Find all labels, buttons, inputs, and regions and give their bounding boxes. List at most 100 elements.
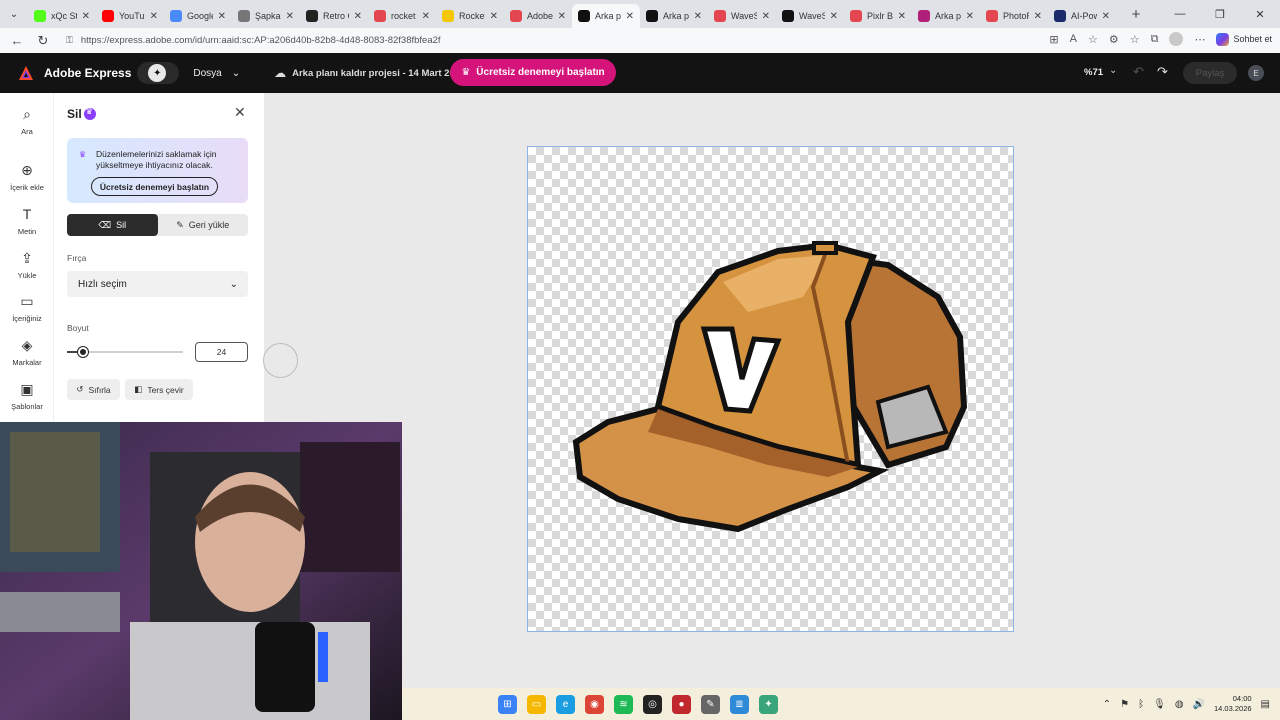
notepad-icon[interactable]: ≣ — [730, 695, 749, 714]
network-icon[interactable]: ◍ — [1175, 699, 1184, 710]
rail-item-0[interactable]: ⌕ Ara — [0, 105, 54, 136]
chat-button[interactable]: Sohbet et — [1216, 32, 1272, 46]
url-field[interactable]: ⚿ https://express.adobe.com/id/urn:aaid:… — [66, 30, 1216, 51]
reset-button[interactable]: ↺ Sıfırla — [67, 379, 120, 400]
banner-trial-button[interactable]: Ücretsiz denemeyi başlatın — [91, 177, 218, 196]
site-info-icon[interactable]: ⚿ — [66, 35, 73, 46]
browser-tab[interactable]: Rocket le ✕ — [436, 4, 504, 28]
user-avatar[interactable]: E — [1248, 65, 1264, 81]
canvas-artboard[interactable] — [527, 146, 1014, 632]
size-input[interactable]: 24 — [195, 342, 248, 362]
tab-close-icon[interactable]: ✕ — [218, 11, 226, 22]
tab-close-icon[interactable]: ✕ — [762, 11, 770, 22]
tray-overflow-icon[interactable]: ⌃ — [1103, 699, 1111, 710]
rail-item-4[interactable]: ▭ İçeriğiniz — [0, 292, 54, 323]
brush-select[interactable]: Hızlı seçim ⌄ — [67, 271, 248, 297]
browser-tab[interactable]: YouTube ✕ — [96, 4, 164, 28]
tab-favicon-icon — [34, 10, 46, 22]
browser-tab[interactable]: WaveSp ✕ — [776, 4, 844, 28]
start-icon[interactable]: ⊞ — [498, 695, 517, 714]
mode-toggle: ⌫ Sil ✎ Geri yükle — [67, 214, 248, 236]
tab-close-icon[interactable]: ✕ — [286, 11, 294, 22]
browser-tab[interactable]: Retro Ca ✕ — [300, 4, 368, 28]
brand-icon: ◈ — [21, 337, 33, 353]
new-tab-button[interactable]: + — [1124, 6, 1148, 23]
rail-item-label: İçeriğiniz — [12, 314, 42, 323]
settings-app-icon[interactable]: ✦ — [759, 695, 778, 714]
browser-tab[interactable]: AI-Powe ✕ — [1048, 4, 1116, 28]
favorite-star-icon[interactable]: ☆ — [1088, 33, 1098, 46]
rail-item-1[interactable]: ⊕ İçerik ekle — [0, 161, 54, 192]
ai-assistant-toggle[interactable]: ✦ — [137, 62, 180, 84]
tab-close-icon[interactable]: ✕ — [626, 11, 634, 22]
more-menu-icon[interactable]: ⋯ — [1194, 33, 1205, 46]
start-free-trial-button[interactable]: ♛ Ücretsiz denemeyi başlatın — [450, 59, 616, 86]
editor-icon[interactable]: ✎ — [701, 695, 720, 714]
share-button[interactable]: Paylaş — [1183, 62, 1237, 84]
zoom-level[interactable]: %71 — [1084, 67, 1103, 78]
notifications-icon[interactable]: ▤ — [1261, 699, 1270, 710]
tab-favicon-icon — [646, 10, 658, 22]
close-panel-icon[interactable]: ✕ — [234, 104, 246, 121]
tab-close-icon[interactable]: ✕ — [1102, 11, 1110, 22]
refresh-icon[interactable]: ↻ — [30, 33, 56, 49]
browser-tab[interactable]: WaveSp ✕ — [708, 4, 776, 28]
maximize-icon[interactable]: ❐ — [1200, 0, 1240, 28]
spotify-icon[interactable]: ≋ — [614, 695, 633, 714]
browser-tab[interactable]: PhotoRo ✕ — [980, 4, 1048, 28]
extensions-icon[interactable]: ⚙ — [1109, 33, 1119, 46]
mic-icon[interactable]: 🎙 — [1153, 699, 1166, 710]
invert-button[interactable]: ◧ Ters çevir — [125, 379, 193, 400]
minimize-icon[interactable]: — — [1160, 0, 1200, 28]
file-menu[interactable]: Dosya ⌄ — [193, 68, 240, 79]
tab-close-icon[interactable]: ✕ — [354, 11, 362, 22]
tab-close-icon[interactable]: ✕ — [558, 11, 566, 22]
collections-icon[interactable]: ⧉ — [1151, 33, 1159, 46]
tab-close-icon[interactable]: ✕ — [830, 11, 838, 22]
browser-tab[interactable]: rocket le ✕ — [368, 4, 436, 28]
rail-item-3[interactable]: ⇪ Yükle — [0, 249, 54, 280]
tab-close-icon[interactable]: ✕ — [966, 11, 974, 22]
recorder-icon[interactable]: ● — [672, 695, 691, 714]
rail-item-6[interactable]: ▣ Şablonlar — [0, 380, 54, 411]
tab-close-icon[interactable]: ✕ — [490, 11, 498, 22]
tab-close-icon[interactable]: ✕ — [694, 11, 702, 22]
adobe-express-logo[interactable] — [18, 65, 34, 81]
undo-icon[interactable]: ↶ — [1133, 64, 1144, 80]
size-slider-thumb[interactable] — [78, 347, 88, 357]
app-available-icon[interactable]: ⊞ — [1049, 33, 1058, 46]
rail-item-5[interactable]: ◈ Markalar — [0, 336, 54, 367]
browser-tab[interactable]: Pixlr BG ✕ — [844, 4, 912, 28]
zoom-chevron-icon[interactable]: ⌄ — [1109, 65, 1117, 76]
chrome-icon[interactable]: ◉ — [585, 695, 604, 714]
erase-mode-button[interactable]: ⌫ Sil — [67, 214, 158, 236]
tab-close-icon[interactable]: ✕ — [422, 11, 430, 22]
browser-tab[interactable]: Arka pla ✕ — [640, 4, 708, 28]
tab-close-icon[interactable]: ✕ — [1034, 11, 1042, 22]
read-aloud-icon[interactable]: A — [1070, 33, 1077, 45]
volume-icon[interactable]: 🔊 — [1193, 699, 1205, 710]
browser-tab[interactable]: Şapka Ta ✕ — [232, 4, 300, 28]
tab-close-icon[interactable]: ✕ — [898, 11, 906, 22]
file-explorer-icon[interactable]: ▭ — [527, 695, 546, 714]
browser-tab[interactable]: Arka pla ✕ — [912, 4, 980, 28]
close-window-icon[interactable]: ✕ — [1240, 0, 1280, 28]
tab-close-icon[interactable]: ✕ — [150, 11, 158, 22]
browser-tab[interactable]: xQc Stre ✕ — [28, 4, 96, 28]
edge-icon[interactable]: e — [556, 695, 575, 714]
favorites-icon[interactable]: ☆ — [1130, 33, 1140, 46]
obs-icon[interactable]: ◎ — [643, 695, 662, 714]
restore-mode-button[interactable]: ✎ Geri yükle — [158, 214, 249, 236]
redo-icon[interactable]: ↷ — [1157, 64, 1168, 80]
back-icon[interactable]: ← — [4, 33, 30, 48]
bluetooth-icon[interactable]: ᛒ — [1138, 699, 1144, 710]
profile-avatar[interactable] — [1169, 32, 1184, 46]
browser-tab[interactable]: Adobe E ✕ — [504, 4, 572, 28]
browser-tab[interactable]: Arka pla ✕ — [572, 4, 640, 28]
clock[interactable]: 04:00 14.03.2026 — [1214, 694, 1252, 714]
browser-tab[interactable]: Google ✕ — [164, 4, 232, 28]
tab-close-icon[interactable]: ✕ — [82, 11, 90, 22]
rail-item-2[interactable]: T Metin — [0, 205, 54, 236]
tab-actions-menu-icon[interactable]: ⌄ — [0, 0, 28, 28]
tray-app-icon[interactable]: ⚑ — [1120, 699, 1129, 710]
